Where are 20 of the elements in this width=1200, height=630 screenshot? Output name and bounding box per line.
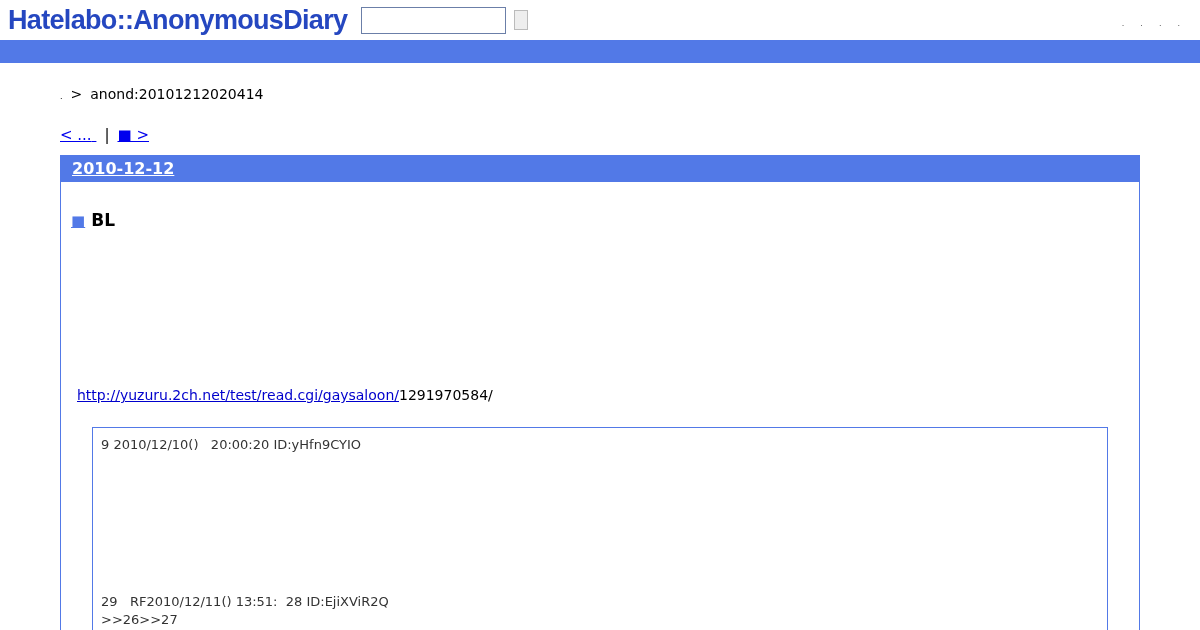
- post-header: 29 RF2010/12/11() 13:51: 28 ID:EjiXViR2Q: [101, 593, 389, 610]
- site-logo[interactable]: Hatelabo::AnonymousDiary: [8, 0, 348, 41]
- header-link[interactable]: .: [1177, 18, 1180, 30]
- section-link[interactable]: ■: [71, 209, 86, 232]
- thread-number: 1291970584/: [399, 386, 493, 405]
- header-link[interactable]: .: [1158, 18, 1162, 30]
- next-link[interactable]: ■ >: [117, 124, 149, 147]
- breadcrumb-text: anond:20101212020414: [90, 85, 264, 104]
- section-title: BL: [91, 208, 115, 232]
- header-link[interactable]: .: [1140, 18, 1143, 30]
- thread-link[interactable]: http://yuzuru.2ch.net/test/read.cgi/gaysaloon/: [77, 385, 399, 406]
- nav-separator: |: [104, 125, 110, 146]
- date-link[interactable]: 2010-12-12: [72, 156, 175, 181]
- reply-text: >>26>>27: [101, 611, 178, 628]
- header-link[interactable]: .: [1121, 18, 1125, 30]
- previous-link[interactable]: < ...: [60, 124, 97, 147]
- breadcrumb-separator: >: [70, 85, 83, 104]
- search-field[interactable]: [361, 6, 507, 34]
- post-header: 9 2010/12/10() 20:00:20 ID:yHfn9CYIO: [101, 436, 362, 453]
- breadcrumb-link[interactable]: .: [60, 91, 63, 103]
